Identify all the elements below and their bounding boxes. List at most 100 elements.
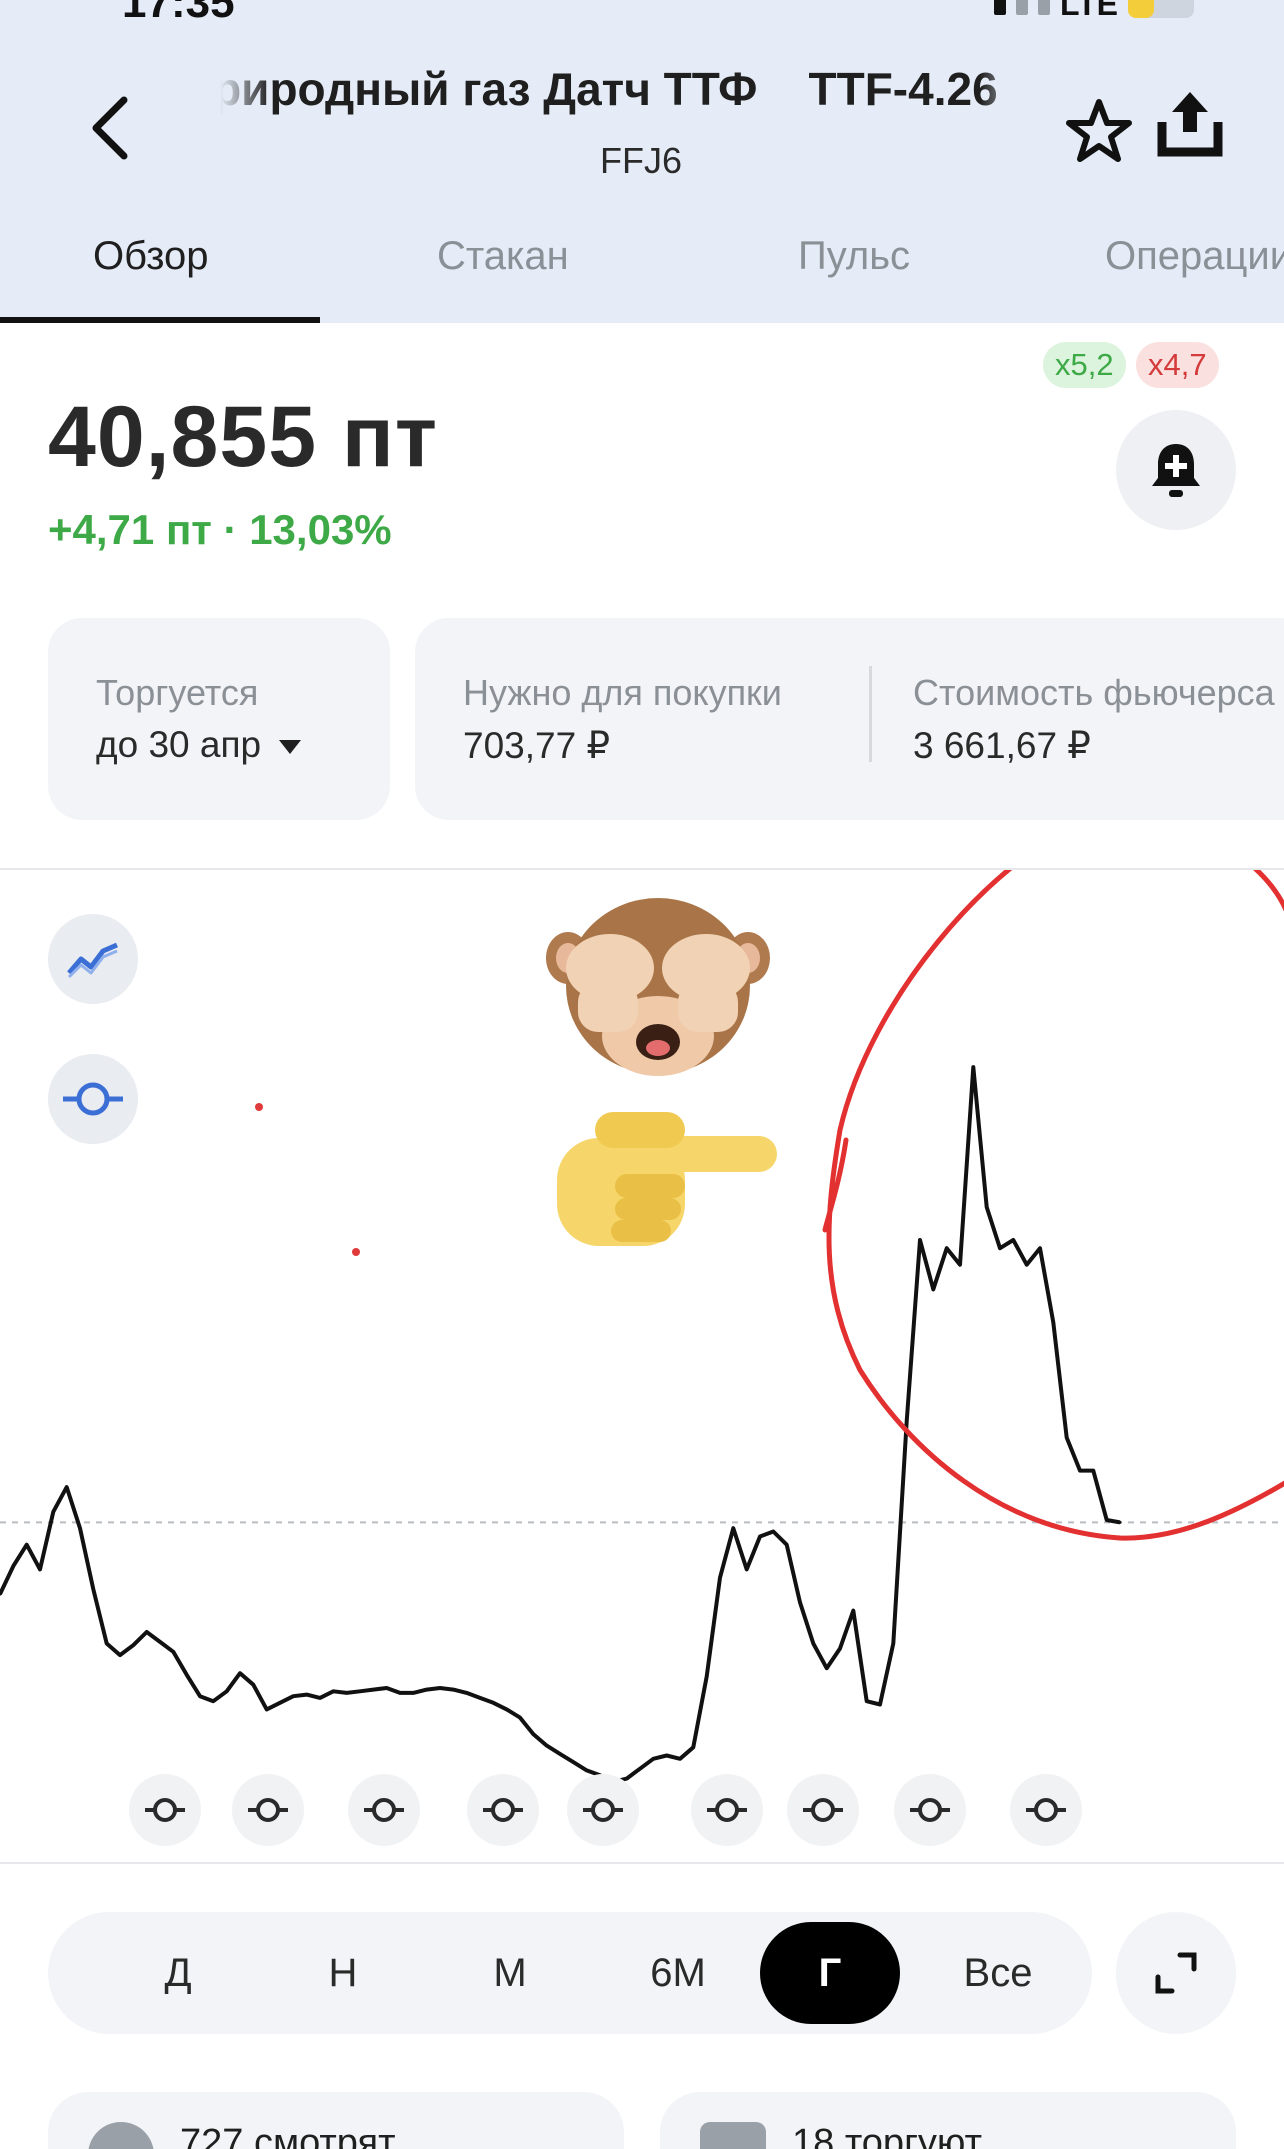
chart-point	[465, 1691, 469, 1695]
signal-icon	[1015, 0, 1028, 15]
chart-point	[345, 1691, 349, 1695]
required-label: Нужно для покупки	[463, 672, 782, 713]
divider-bottom	[0, 1862, 1284, 1864]
chart-point	[65, 1485, 69, 1489]
chart-point	[211, 1699, 215, 1703]
chart-point	[505, 1707, 509, 1711]
event-marker-ring	[153, 1798, 177, 1822]
card-divider	[869, 666, 872, 762]
period-month[interactable]: М	[460, 1912, 560, 2034]
chart-point	[91, 1587, 95, 1591]
chart-point	[998, 1246, 1002, 1250]
see-no-evil-monkey-icon	[546, 898, 770, 1076]
star-icon	[1066, 99, 1132, 162]
chart-point	[265, 1707, 269, 1711]
chart-type-button[interactable]	[48, 914, 138, 1004]
period-day[interactable]: Д	[128, 1912, 228, 2034]
price-change: +4,71 пт · 13,03%	[48, 506, 392, 553]
period-6m[interactable]: 6М	[623, 1912, 733, 2034]
traders-card[interactable]: 18 торгуют	[660, 2092, 1236, 2149]
chart-point	[585, 1768, 589, 1772]
cost-value: 3 661,67 ₽	[913, 725, 1091, 766]
traders-count: 18 торгуют	[792, 2122, 982, 2149]
chart-point	[185, 1673, 189, 1677]
chart-point	[291, 1694, 295, 1698]
event-marker-ring	[715, 1798, 739, 1822]
event-marker-ring	[1034, 1798, 1058, 1822]
chart-point	[758, 1534, 762, 1538]
tab-overview[interactable]: Обзор	[93, 234, 209, 279]
required-value: 703,77 ₽	[463, 725, 610, 766]
viewers-card[interactable]: 727 смотрят	[48, 2092, 624, 2149]
tab-pulse[interactable]: Пульс	[798, 234, 910, 279]
price-chart[interactable]	[0, 870, 1284, 1850]
chart-point	[1091, 1469, 1095, 1473]
red-dot-marker	[352, 1248, 360, 1256]
status-time: 17:35	[122, 0, 235, 27]
trading-value: до 30 апр	[96, 724, 262, 765]
chart-point	[78, 1526, 82, 1530]
chart-point	[425, 1688, 429, 1692]
tab-orderbook[interactable]: Стакан	[437, 234, 569, 279]
chart-point	[1038, 1246, 1042, 1250]
chart-point	[411, 1691, 415, 1695]
chart-point	[238, 1671, 242, 1675]
chart-point	[1118, 1520, 1122, 1524]
chart-point	[985, 1205, 989, 1209]
chart-point	[865, 1699, 869, 1703]
status-indicators: LTE	[993, 0, 1194, 23]
chart-point	[558, 1752, 562, 1756]
chart-point	[665, 1754, 669, 1758]
long-leverage-badge: x5,2	[1043, 342, 1126, 388]
chart-point	[771, 1530, 775, 1534]
chart-point	[785, 1543, 789, 1547]
chart-point	[198, 1694, 202, 1698]
eye-icon	[88, 2122, 154, 2149]
pointing-right-hand-icon	[557, 1112, 777, 1246]
chart-point	[451, 1688, 455, 1692]
period-year[interactable]: Г	[760, 1922, 900, 2024]
line-chart-icon	[67, 942, 118, 979]
cost-label: Стоимость фьючерса	[913, 672, 1275, 713]
chart-point	[705, 1674, 709, 1678]
chart-point	[545, 1744, 549, 1748]
chart-point	[105, 1642, 109, 1646]
chart-point	[225, 1689, 229, 1693]
chart-point	[531, 1732, 535, 1736]
margin-cost-card: Нужно для покупки 703,77 ₽ Стоимость фью…	[415, 618, 1284, 820]
trading-label: Торгуется	[96, 672, 259, 713]
period-all[interactable]: Все	[943, 1912, 1053, 2034]
fullscreen-button[interactable]	[1116, 1912, 1236, 2034]
chart-point	[905, 1419, 909, 1423]
chart-point	[11, 1564, 15, 1568]
chart-point	[825, 1666, 829, 1670]
trading-value-row: до 30 апр	[96, 724, 302, 766]
chart-point	[651, 1757, 655, 1761]
period-week[interactable]: Н	[293, 1912, 393, 2034]
chart-point	[745, 1567, 749, 1571]
current-price: 40,855 пт	[48, 389, 438, 485]
expand-icon	[1155, 1952, 1197, 1994]
chart-point	[1078, 1469, 1082, 1473]
chart-point	[158, 1640, 162, 1644]
red-circle-annotation	[822, 870, 1284, 1541]
chart-point	[171, 1650, 175, 1654]
chart-point	[118, 1653, 122, 1657]
expiry-card[interactable]: Торгуется до 30 апр	[48, 618, 390, 820]
period-selector: Д Н М 6М Г Все	[48, 1912, 1092, 2034]
add-alert-button[interactable]	[1116, 410, 1236, 530]
chart-point	[1025, 1263, 1029, 1267]
chart-point	[438, 1686, 442, 1690]
title-fade-left	[220, 62, 270, 132]
favorite-button[interactable]	[1064, 96, 1134, 166]
short-leverage-badge: x4,7	[1136, 342, 1219, 388]
share-button[interactable]	[1154, 88, 1226, 160]
instrument-title-text: Природный газ Датч ТТФ TTF-4.26	[220, 63, 998, 115]
tab-operations[interactable]: Операции	[1105, 234, 1284, 279]
chart-point	[798, 1600, 802, 1604]
indicators-button[interactable]	[48, 1054, 138, 1144]
share-icon	[1157, 92, 1223, 157]
chart-point	[251, 1683, 255, 1687]
chart-point	[38, 1567, 42, 1571]
battery-icon	[1128, 0, 1194, 18]
